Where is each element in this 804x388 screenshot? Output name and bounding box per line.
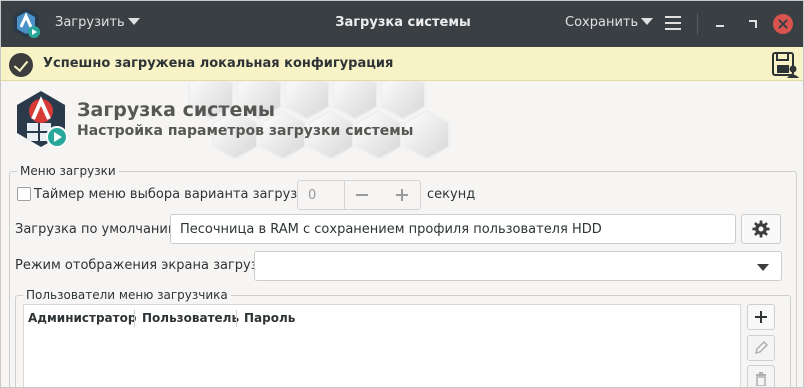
column-header-password[interactable]: Пароль <box>244 311 295 325</box>
load-menu-button[interactable]: Загрузить <box>55 15 140 30</box>
save-menu-button[interactable]: Сохранить <box>565 15 654 30</box>
minimize-button[interactable] <box>711 14 731 34</box>
chevron-down-icon <box>127 18 140 25</box>
column-header-admin[interactable]: Администратор <box>28 311 136 325</box>
timer-checkbox[interactable] <box>17 187 31 201</box>
display-mode-label: Режим отображения экрана загрузки: <box>15 258 279 273</box>
chevron-down-icon <box>641 18 654 25</box>
maximize-button[interactable] <box>743 14 763 34</box>
chevron-down-icon <box>757 264 769 271</box>
hamburger-menu-icon[interactable] <box>665 16 681 30</box>
users-table[interactable]: Администратор Пользователь Пароль <box>23 304 741 387</box>
trash-icon <box>756 372 766 386</box>
load-menu-label: Загрузить <box>55 15 125 30</box>
column-separator <box>236 310 237 327</box>
page-title: Загрузка системы <box>77 99 276 121</box>
boot-header-icon <box>17 91 68 148</box>
info-message: Успешно загружена локальная конфигурация <box>43 56 394 71</box>
users-table-header: Администратор Пользователь Пароль <box>24 305 740 331</box>
users-legend: Пользователи меню загрузчика <box>23 288 231 302</box>
pencil-icon <box>754 340 769 355</box>
edit-user-button[interactable] <box>747 335 775 361</box>
timer-spinbutton[interactable]: 0 <box>297 180 421 210</box>
timer-value: 0 <box>308 188 317 203</box>
app-window: Загрузить Загрузка системы Сохранить Усп… <box>0 0 804 388</box>
save-profile-icon[interactable] <box>771 51 799 79</box>
boot-app-icon <box>13 8 40 38</box>
column-header-user[interactable]: Пользователь <box>142 311 239 325</box>
boot-menu-legend: Меню загрузки <box>17 164 119 178</box>
timer-label: Таймер меню выбора варианта загрузки: <box>34 187 318 202</box>
close-button[interactable] <box>773 14 793 34</box>
titlebar-separator <box>697 13 698 35</box>
default-boot-label: Загрузка по умолчанию: <box>15 222 184 237</box>
title-bar: Загрузить Загрузка системы Сохранить <box>1 1 803 47</box>
timer-unit-label: секунд <box>427 187 476 202</box>
column-separator <box>134 310 135 327</box>
default-boot-settings-button[interactable] <box>741 214 781 244</box>
add-user-button[interactable] <box>747 304 775 330</box>
delete-user-button[interactable] <box>747 365 775 387</box>
page-subtitle: Настройка параметров загрузки системы <box>77 123 414 139</box>
minus-icon[interactable] <box>356 194 368 196</box>
info-bar: Успешно загружена локальная конфигурация <box>1 47 803 81</box>
check-circle-icon <box>9 53 33 77</box>
display-mode-combobox[interactable] <box>254 251 782 281</box>
gear-icon <box>752 220 770 238</box>
default-boot-field[interactable]: Песочница в RAM с сохранением профиля по… <box>170 214 736 244</box>
spin-divider <box>344 181 345 209</box>
plus-icon[interactable] <box>396 189 408 201</box>
save-menu-label: Сохранить <box>565 15 639 30</box>
